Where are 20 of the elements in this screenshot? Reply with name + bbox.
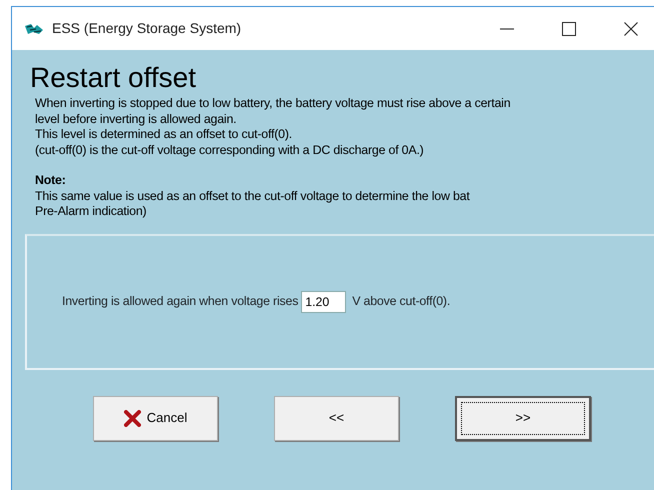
page-heading: Restart offset <box>30 64 198 92</box>
note-text: This same value is used as an offset to the cut-off voltage to determine the low bat <box>35 188 471 204</box>
minimize-icon <box>500 28 514 30</box>
next-button[interactable]: >> <box>455 396 591 440</box>
description-text: This level is determined as an offset to cut-off(0). <box>35 127 294 142</box>
unit-label: V above cut-off(0). <box>352 293 450 310</box>
maximize-icon <box>562 22 576 36</box>
note-label: Note: <box>35 173 67 188</box>
note-text: Pre-Alarm indication) <box>35 204 148 220</box>
description-text: (cut-off(0) is the cut-off voltage corresponding with a DC discharge of 0A.) <box>35 142 425 158</box>
back-button[interactable]: << <box>274 396 399 440</box>
cancel-button[interactable]: Cancel <box>93 396 218 440</box>
setting-label: Inverting is allowed again when voltage rises <box>62 293 298 310</box>
close-icon <box>624 22 638 36</box>
cross-icon <box>124 410 141 426</box>
app-icon <box>24 22 44 36</box>
window-title: ESS (Energy Storage System) <box>52 19 242 38</box>
description-text: When inverting is stopped due to low battery, the battery voltage must rise above a certain <box>35 96 512 112</box>
offset-input[interactable]: 1.20 <box>301 290 346 312</box>
description-text: level before inverting is allowed again. <box>35 112 238 127</box>
